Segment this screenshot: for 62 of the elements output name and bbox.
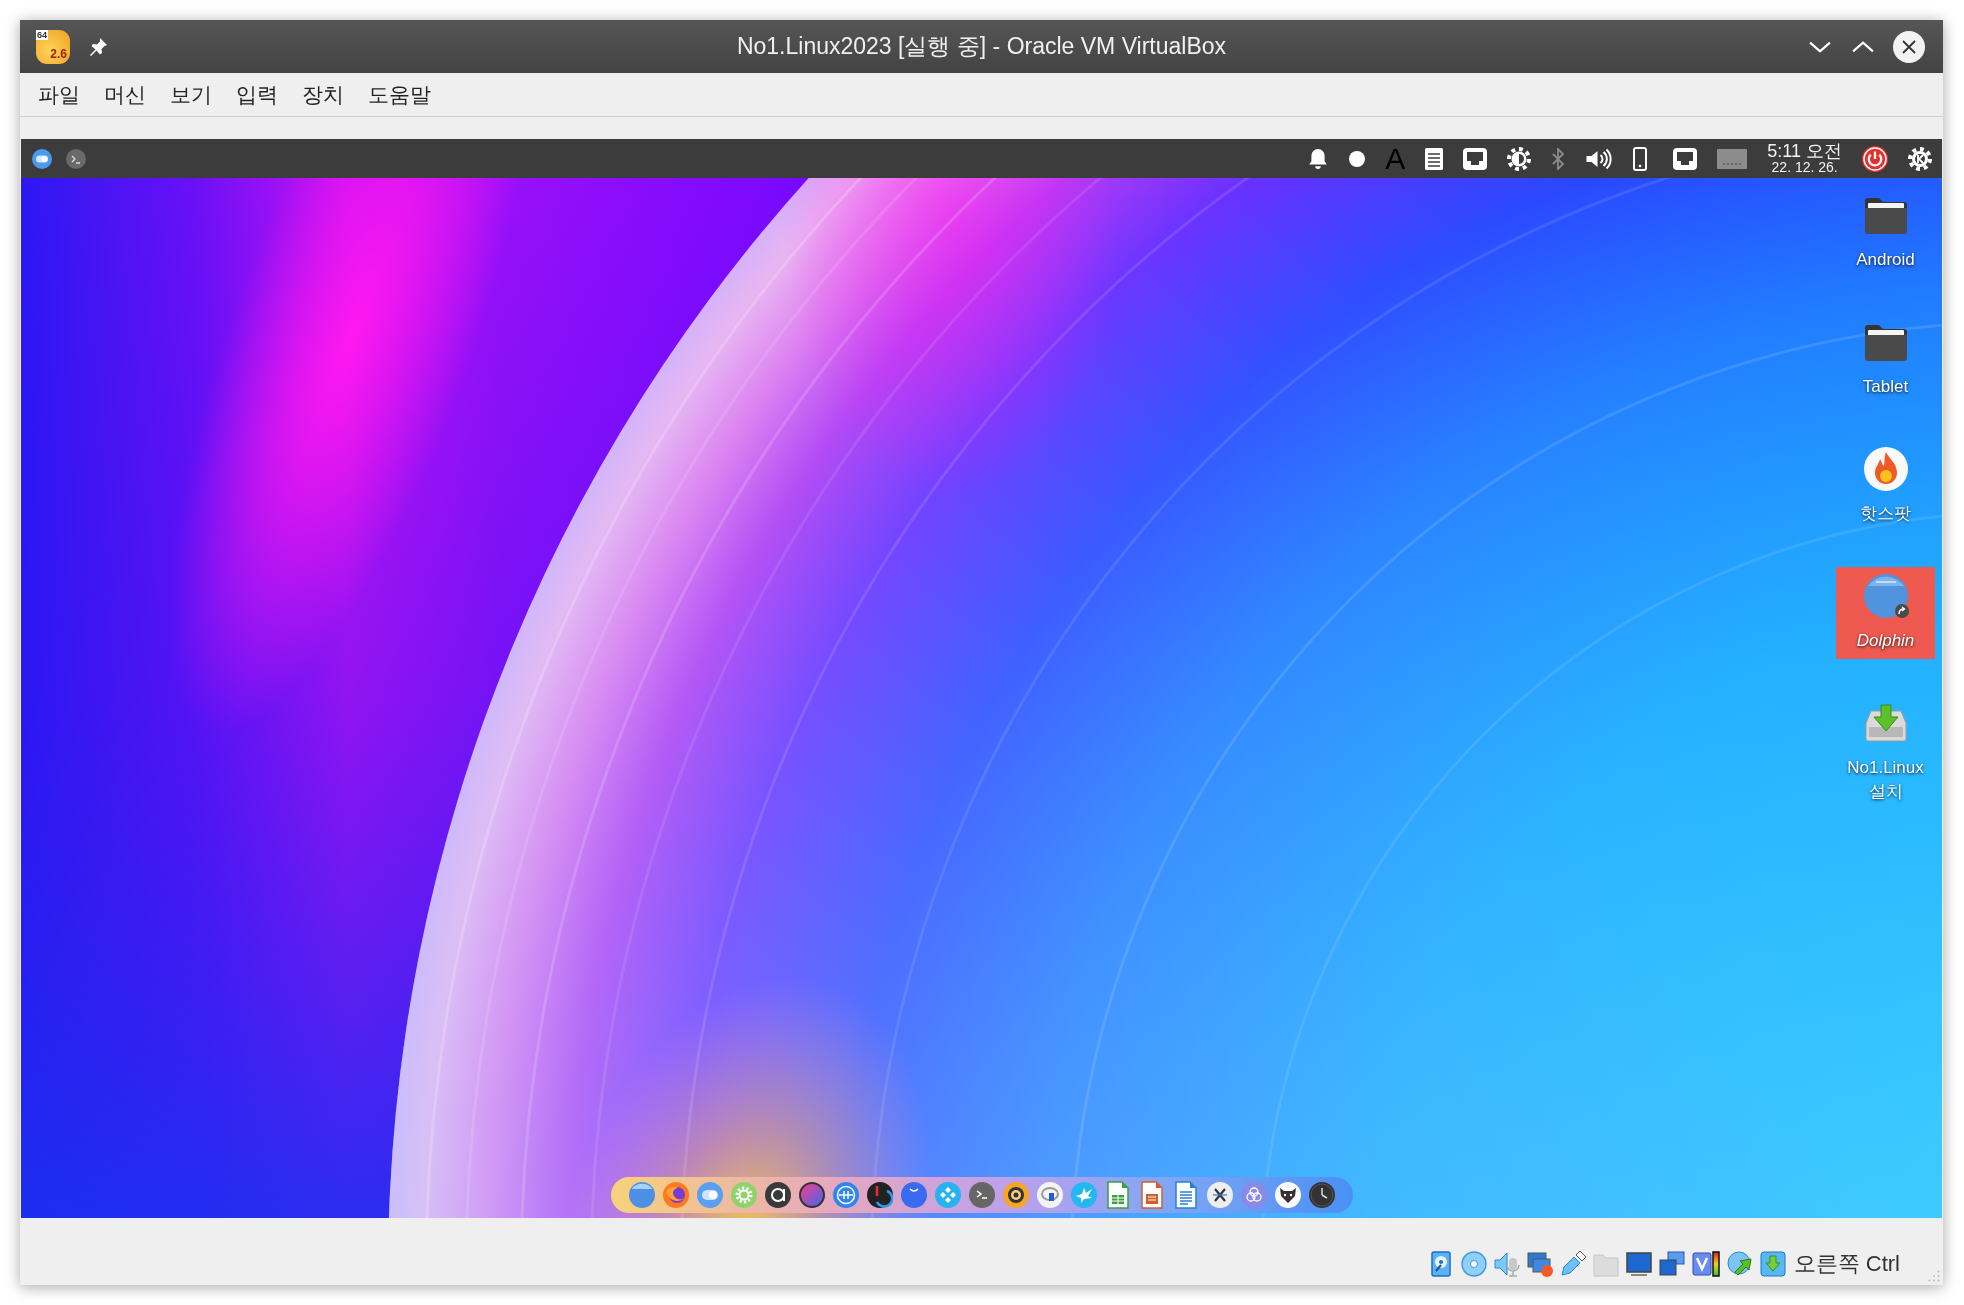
bell-icon[interactable] (1307, 147, 1330, 170)
ring-icon[interactable] (764, 1182, 791, 1208)
link-ring-icon[interactable] (832, 1182, 859, 1208)
volume-icon[interactable] (1585, 147, 1614, 170)
processor-meter-icon[interactable] (1690, 1250, 1721, 1278)
network-port-icon[interactable] (1463, 147, 1488, 170)
power-icon[interactable] (1862, 145, 1888, 172)
app-logo[interactable]: 64 2.6 (36, 29, 70, 64)
windows-icon[interactable] (1657, 1250, 1686, 1278)
host-key-label: 오른쪽 Ctrl (1793, 1250, 1900, 1278)
menu-item[interactable]: 장치 (290, 76, 356, 113)
crescent-icon[interactable] (866, 1182, 893, 1208)
folder-icon (1862, 196, 1909, 234)
network-port-icon[interactable] (1673, 147, 1698, 170)
resize-grip-icon[interactable] (1928, 1270, 1940, 1282)
pin-icon[interactable] (88, 36, 108, 57)
display-icon[interactable] (1624, 1250, 1653, 1278)
menu-item[interactable]: 머신 (92, 76, 158, 113)
logo-bitness-text: 64 (36, 29, 48, 40)
folder-circle-icon (1863, 574, 1908, 618)
spreadsheet-icon[interactable] (1106, 1181, 1129, 1209)
network-icon[interactable] (1525, 1250, 1554, 1278)
cat-face-icon[interactable] (1274, 1182, 1301, 1208)
close-icon (1902, 39, 1916, 54)
terminal-icon[interactable] (968, 1182, 995, 1208)
launcher-gear-icon[interactable] (1908, 146, 1932, 171)
terminal-icon[interactable] (66, 148, 86, 169)
logo-version-text: 2.6 (50, 47, 67, 60)
menu-item[interactable]: 파일 (26, 76, 92, 113)
toggle-icon[interactable] (696, 1182, 723, 1208)
desktop-item[interactable]: Android (1836, 186, 1935, 278)
folder-icon (1862, 323, 1909, 361)
dot-icon[interactable] (1349, 150, 1366, 167)
phone-icon[interactable] (1633, 146, 1648, 171)
menu-item[interactable]: 입력 (224, 76, 290, 113)
drive-download-icon (1863, 703, 1908, 743)
window-title: No1.Linux2023 [실행 중] - Oracle VM VirtualBox (736, 32, 1227, 62)
flame-icon (1863, 447, 1908, 491)
close-button[interactable] (1893, 30, 1925, 63)
optical-disc-icon[interactable] (1459, 1250, 1488, 1278)
clock-date[interactable]: 22. 12. 26. (1771, 160, 1838, 175)
toggle-icon[interactable] (32, 148, 52, 169)
gradient-circle-icon[interactable] (798, 1182, 825, 1208)
keyboard-icon[interactable] (1717, 148, 1748, 169)
clock-time[interactable]: 5:11 오전 (1767, 142, 1842, 160)
ellipse-ring-icon[interactable] (1036, 1182, 1063, 1208)
fox-globe-icon[interactable] (662, 1182, 689, 1208)
chevron-down-icon (1809, 40, 1831, 53)
download-icon[interactable] (1758, 1250, 1787, 1278)
usb-icon[interactable] (1558, 1250, 1587, 1278)
brightness-icon[interactable] (1507, 146, 1532, 171)
chevron-up-icon (1852, 40, 1874, 53)
bluetooth-icon[interactable] (1551, 147, 1566, 170)
document-icon[interactable] (1174, 1181, 1197, 1209)
clipboard-icon[interactable] (1425, 147, 1444, 170)
lens-icon[interactable] (1002, 1182, 1029, 1208)
rings-icon[interactable] (1240, 1182, 1267, 1208)
clock-icon[interactable] (1308, 1182, 1335, 1208)
x-mark-icon[interactable] (1206, 1182, 1233, 1208)
menu-item[interactable]: 도움말 (356, 76, 443, 113)
presentation-icon[interactable] (1140, 1181, 1163, 1209)
menu-item[interactable]: 보기 (158, 76, 224, 113)
